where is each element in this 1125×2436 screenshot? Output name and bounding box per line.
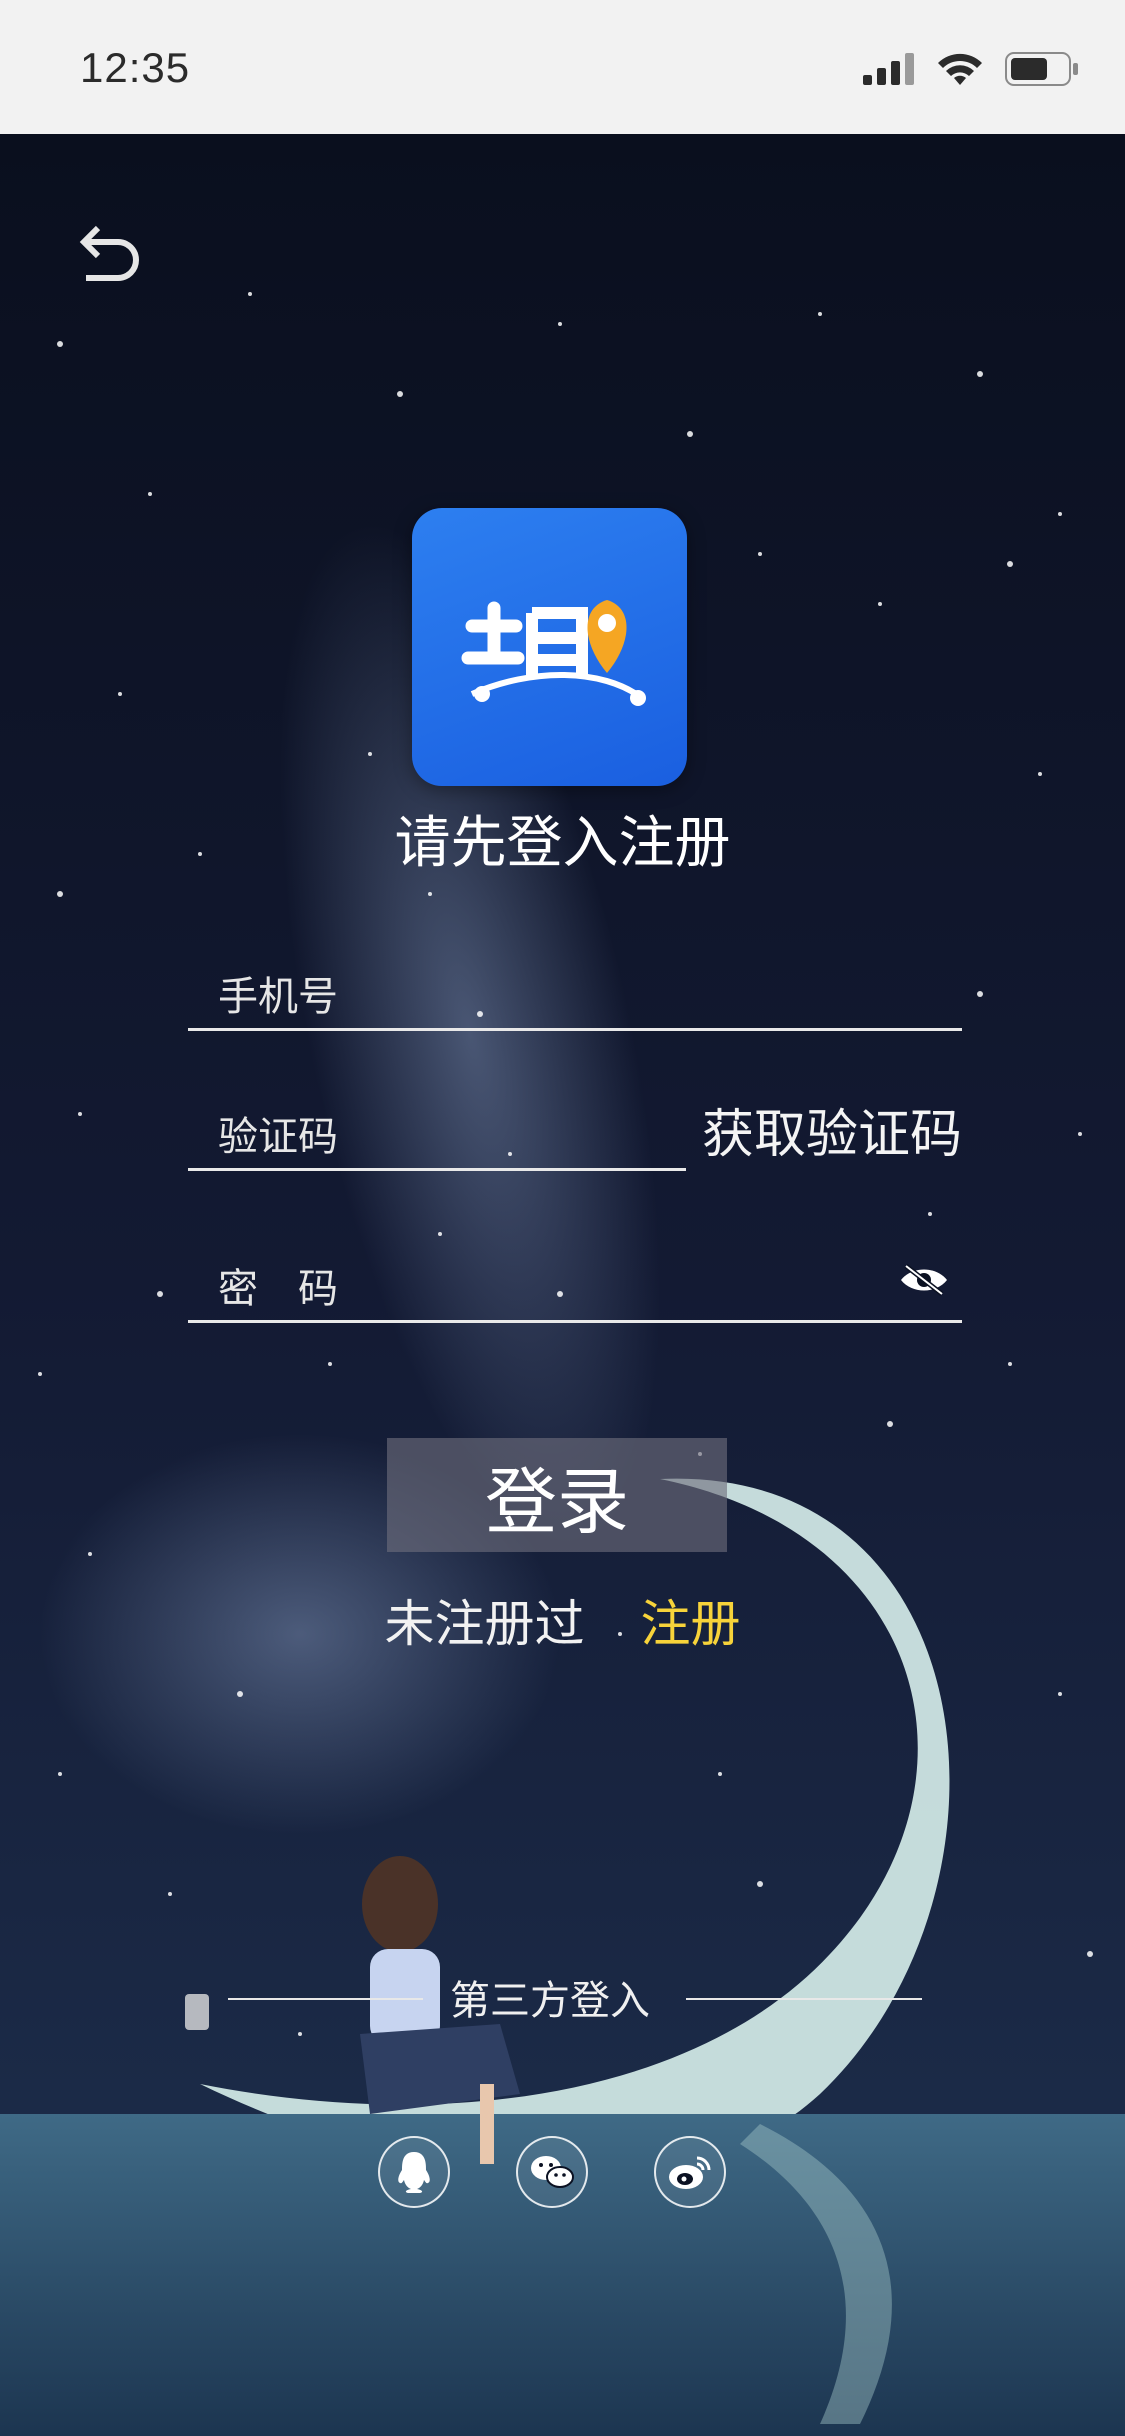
phone-placeholder: 手机号 <box>218 974 338 1020</box>
status-bar: 12:35 <box>0 0 1125 136</box>
weibo-icon <box>669 2156 711 2189</box>
divider-left <box>228 1998 423 2000</box>
wechat-login-button[interactable] <box>516 2136 588 2208</box>
qq-login-button[interactable] <box>378 2136 450 2208</box>
app-logo <box>412 508 687 786</box>
verification-code-input[interactable]: 验证码 <box>188 1098 686 1171</box>
password-input[interactable]: 密 码 <box>188 1250 962 1323</box>
phone-input[interactable]: 手机号 <box>188 958 962 1031</box>
divider-right <box>686 1998 922 2000</box>
register-row: 未注册过 注册 <box>0 1584 1125 1656</box>
weibo-login-button[interactable] <box>654 2136 726 2208</box>
third-party-label: 第三方登入 <box>450 1978 650 2024</box>
code-placeholder: 验证码 <box>218 1114 338 1160</box>
get-code-button[interactable]: 获取验证码 <box>702 1092 962 1167</box>
signal-icon <box>863 53 914 85</box>
not-registered-text: 未注册过 <box>384 1595 585 1653</box>
register-link[interactable]: 注册 <box>641 1595 741 1653</box>
status-icons <box>863 52 1079 86</box>
back-arrow-icon[interactable] <box>72 218 144 290</box>
login-button[interactable]: 登录 <box>387 1438 727 1552</box>
status-time: 12:35 <box>80 44 191 91</box>
eye-hidden-icon[interactable] <box>898 1260 950 1300</box>
page-title: 请先登入注册 <box>394 811 731 876</box>
wechat-icon <box>531 2156 574 2188</box>
app-logo-mark <box>461 600 646 706</box>
password-placeholder: 密 码 <box>218 1266 338 1312</box>
battery-icon <box>1005 52 1078 86</box>
qq-icon <box>398 2152 430 2193</box>
wifi-icon <box>938 53 982 85</box>
